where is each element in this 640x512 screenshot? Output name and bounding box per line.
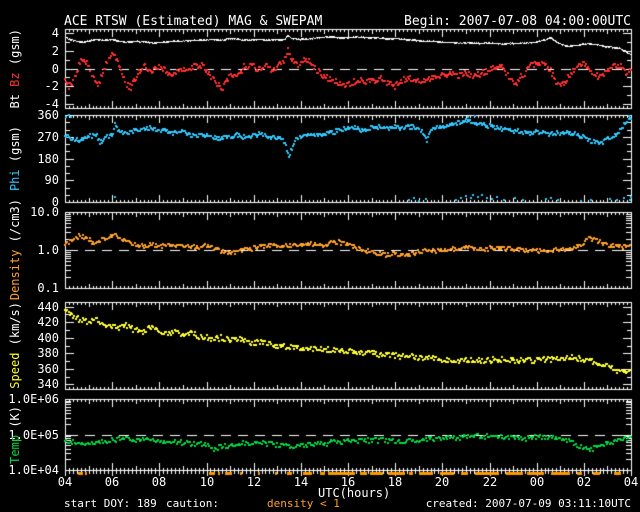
xtick-8: 20 xyxy=(434,475,450,489)
footer-created-timestamp: created: 2007-07-09 03:11:10UTC xyxy=(425,497,631,510)
xtick-5: 14 xyxy=(293,475,309,489)
xtick-3: 10 xyxy=(199,475,215,489)
ylabel-temp: Temp (K) xyxy=(8,405,22,464)
xtick-10: 00 xyxy=(529,475,545,489)
ylabel-phi: Phi (gsm) xyxy=(8,125,22,192)
xtick-11: 02 xyxy=(576,475,592,489)
plot-canvas xyxy=(0,0,640,512)
ace-rtsw-plot: ACE RTSW (Estimated) MAG & SWEPAM Begin:… xyxy=(0,0,640,512)
ylabel-mag: Bt Bz (gsm) xyxy=(8,28,22,109)
ylabel-speed: Speed (km/s) xyxy=(8,302,22,389)
xtick-9: 22 xyxy=(482,475,498,489)
xtick-0: 04 xyxy=(57,475,73,489)
xtick-12: 04 xyxy=(623,475,639,489)
chart-title: ACE RTSW (Estimated) MAG & SWEPAM xyxy=(64,14,323,29)
begin-timestamp: Begin: 2007-07-08 04:00:00UTC xyxy=(404,14,631,29)
xtick-1: 06 xyxy=(104,475,120,489)
ylabel-density: Density (/cm3) xyxy=(8,199,22,301)
xtick-4: 12 xyxy=(246,475,262,489)
footer-start-doy: start DOY: 189 xyxy=(64,497,157,510)
footer-caution-value: density < 1 xyxy=(267,497,340,510)
xtick-2: 08 xyxy=(151,475,167,489)
footer-caution-label: caution: xyxy=(166,497,219,510)
